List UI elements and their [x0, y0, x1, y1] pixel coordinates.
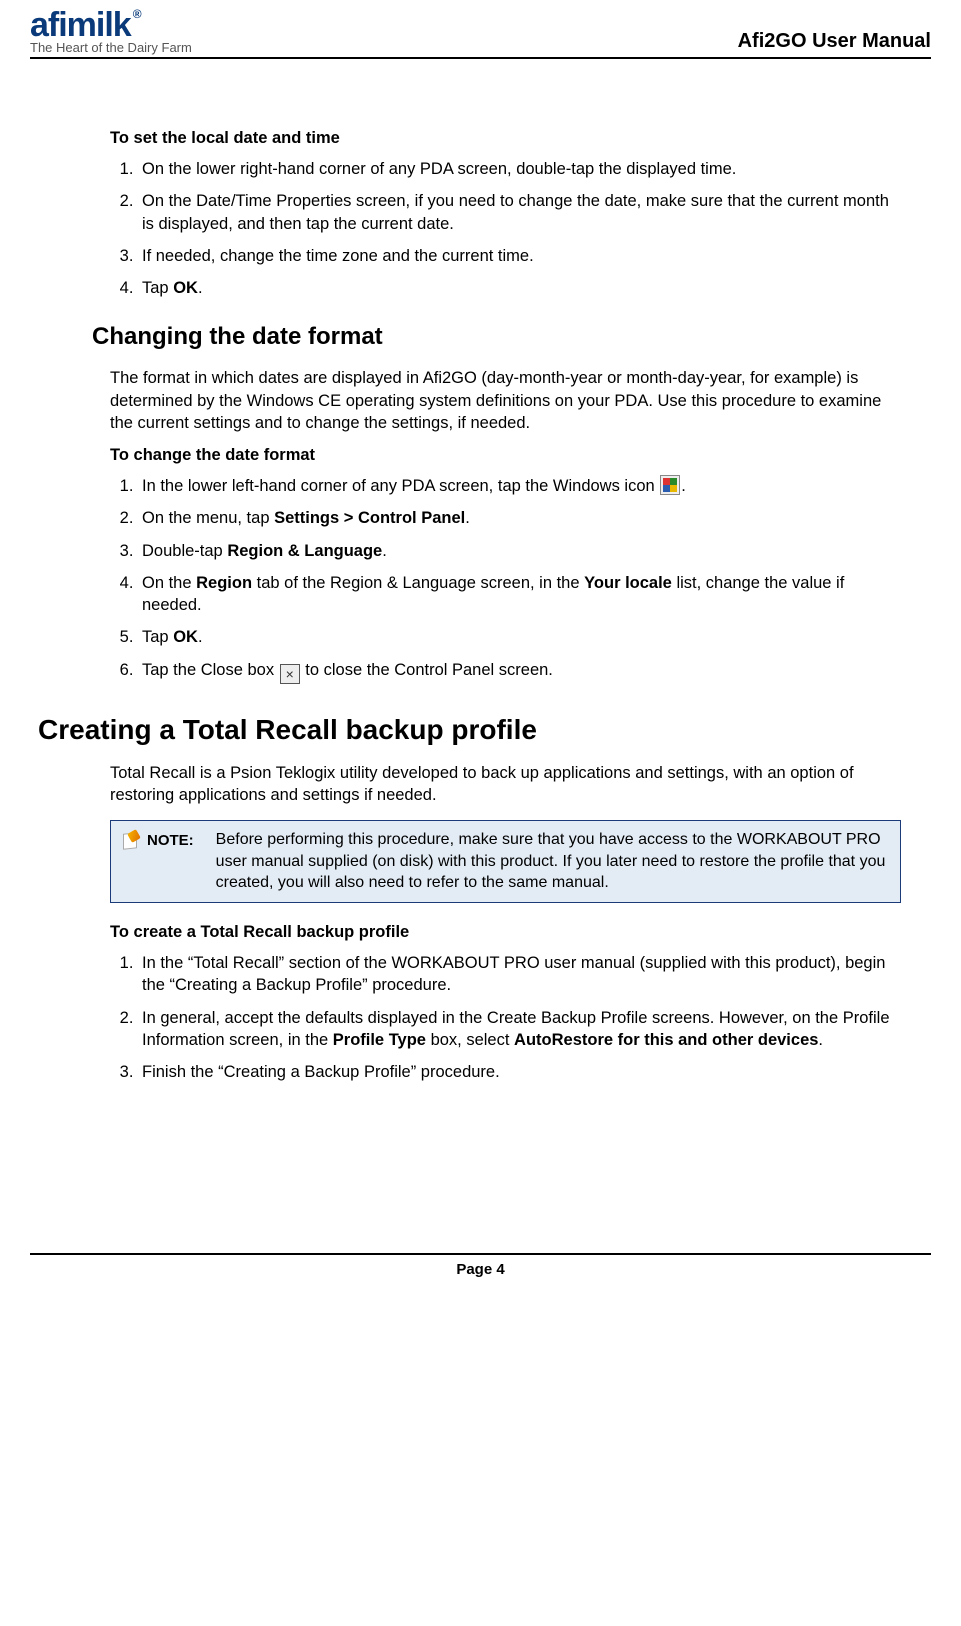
list-item: On the lower right-hand corner of any PD…: [138, 158, 901, 180]
content: To set the local date and time On the lo…: [30, 59, 931, 1083]
close-icon: ×: [280, 664, 300, 684]
registered-mark: ®: [133, 8, 141, 20]
list-item: Tap OK.: [138, 277, 901, 299]
field-label: Profile Type: [333, 1031, 426, 1049]
procedure-title: To set the local date and time: [110, 129, 901, 148]
text: to close the Control Panel screen.: [301, 661, 553, 679]
text: On the: [142, 574, 196, 592]
paragraph: Total Recall is a Psion Teklogix utility…: [110, 762, 901, 807]
paragraph: The format in which dates are displayed …: [110, 367, 901, 434]
note-box: NOTE: Before performing this procedure, …: [110, 820, 901, 903]
field-label: Your locale: [584, 574, 672, 592]
list-item: Tap OK.: [138, 626, 901, 648]
list-item: If needed, change the time zone and the …: [138, 245, 901, 267]
text: Tap the Close box: [142, 661, 279, 679]
list-item: Double-tap Region & Language.: [138, 540, 901, 562]
steps-list: In the “Total Recall” section of the WOR…: [110, 952, 901, 1083]
list-item: On the Date/Time Properties screen, if y…: [138, 190, 901, 235]
text: .: [198, 628, 203, 646]
page: afimilk ® The Heart of the Dairy Farm Af…: [0, 0, 961, 1292]
page-header: afimilk ® The Heart of the Dairy Farm Af…: [30, 0, 931, 59]
logo-text: afimilk: [30, 8, 131, 42]
text: Double-tap: [142, 542, 227, 560]
logo-tagline: The Heart of the Dairy Farm: [30, 40, 192, 55]
text: .: [198, 279, 203, 297]
page-number: Page 4: [456, 1261, 504, 1278]
text: In the lower left-hand corner of any PDA…: [142, 477, 659, 495]
option-label: AutoRestore for this and other devices: [514, 1031, 818, 1049]
list-item: In the lower left-hand corner of any PDA…: [138, 475, 901, 497]
list-item: On the Region tab of the Region & Langua…: [138, 572, 901, 617]
list-item: In general, accept the defaults displaye…: [138, 1007, 901, 1052]
windows-icon: [660, 475, 680, 495]
page-footer: Page 4: [30, 1253, 931, 1292]
control-label: Region & Language: [227, 542, 382, 560]
manual-title: Afi2GO User Manual: [738, 30, 931, 53]
list-item: On the menu, tap Settings > Control Pane…: [138, 507, 901, 529]
menu-path: Settings > Control Panel: [274, 509, 465, 527]
note-label: NOTE:: [147, 831, 194, 851]
note-text: Before performing this procedure, make s…: [216, 829, 890, 894]
note-icon: [121, 829, 143, 851]
procedure-title: To change the date format: [110, 446, 901, 465]
steps-list: In the lower left-hand corner of any PDA…: [110, 475, 901, 684]
text: .: [382, 542, 387, 560]
steps-list: On the lower right-hand corner of any PD…: [110, 158, 901, 299]
ok-label: OK: [173, 279, 198, 297]
list-item: Tap the Close box × to close the Control…: [138, 659, 901, 684]
text: .: [465, 509, 470, 527]
section-heading: Changing the date format: [92, 323, 901, 351]
procedure-title: To create a Total Recall backup profile: [110, 923, 901, 942]
logo-block: afimilk ® The Heart of the Dairy Farm: [30, 8, 192, 55]
tab-label: Region: [196, 574, 252, 592]
text: Tap: [142, 279, 173, 297]
text: .: [818, 1031, 823, 1049]
note-header: NOTE:: [121, 829, 194, 894]
list-item: Finish the “Creating a Backup Profile” p…: [138, 1061, 901, 1083]
section-heading: Creating a Total Recall backup profile: [38, 714, 901, 746]
text: Tap: [142, 628, 173, 646]
logo: afimilk ®: [30, 8, 141, 42]
text: tab of the Region & Language screen, in …: [252, 574, 584, 592]
text: On the menu, tap: [142, 509, 274, 527]
ok-label: OK: [173, 628, 198, 646]
text: .: [681, 477, 686, 495]
list-item: In the “Total Recall” section of the WOR…: [138, 952, 901, 997]
text: box, select: [426, 1031, 514, 1049]
